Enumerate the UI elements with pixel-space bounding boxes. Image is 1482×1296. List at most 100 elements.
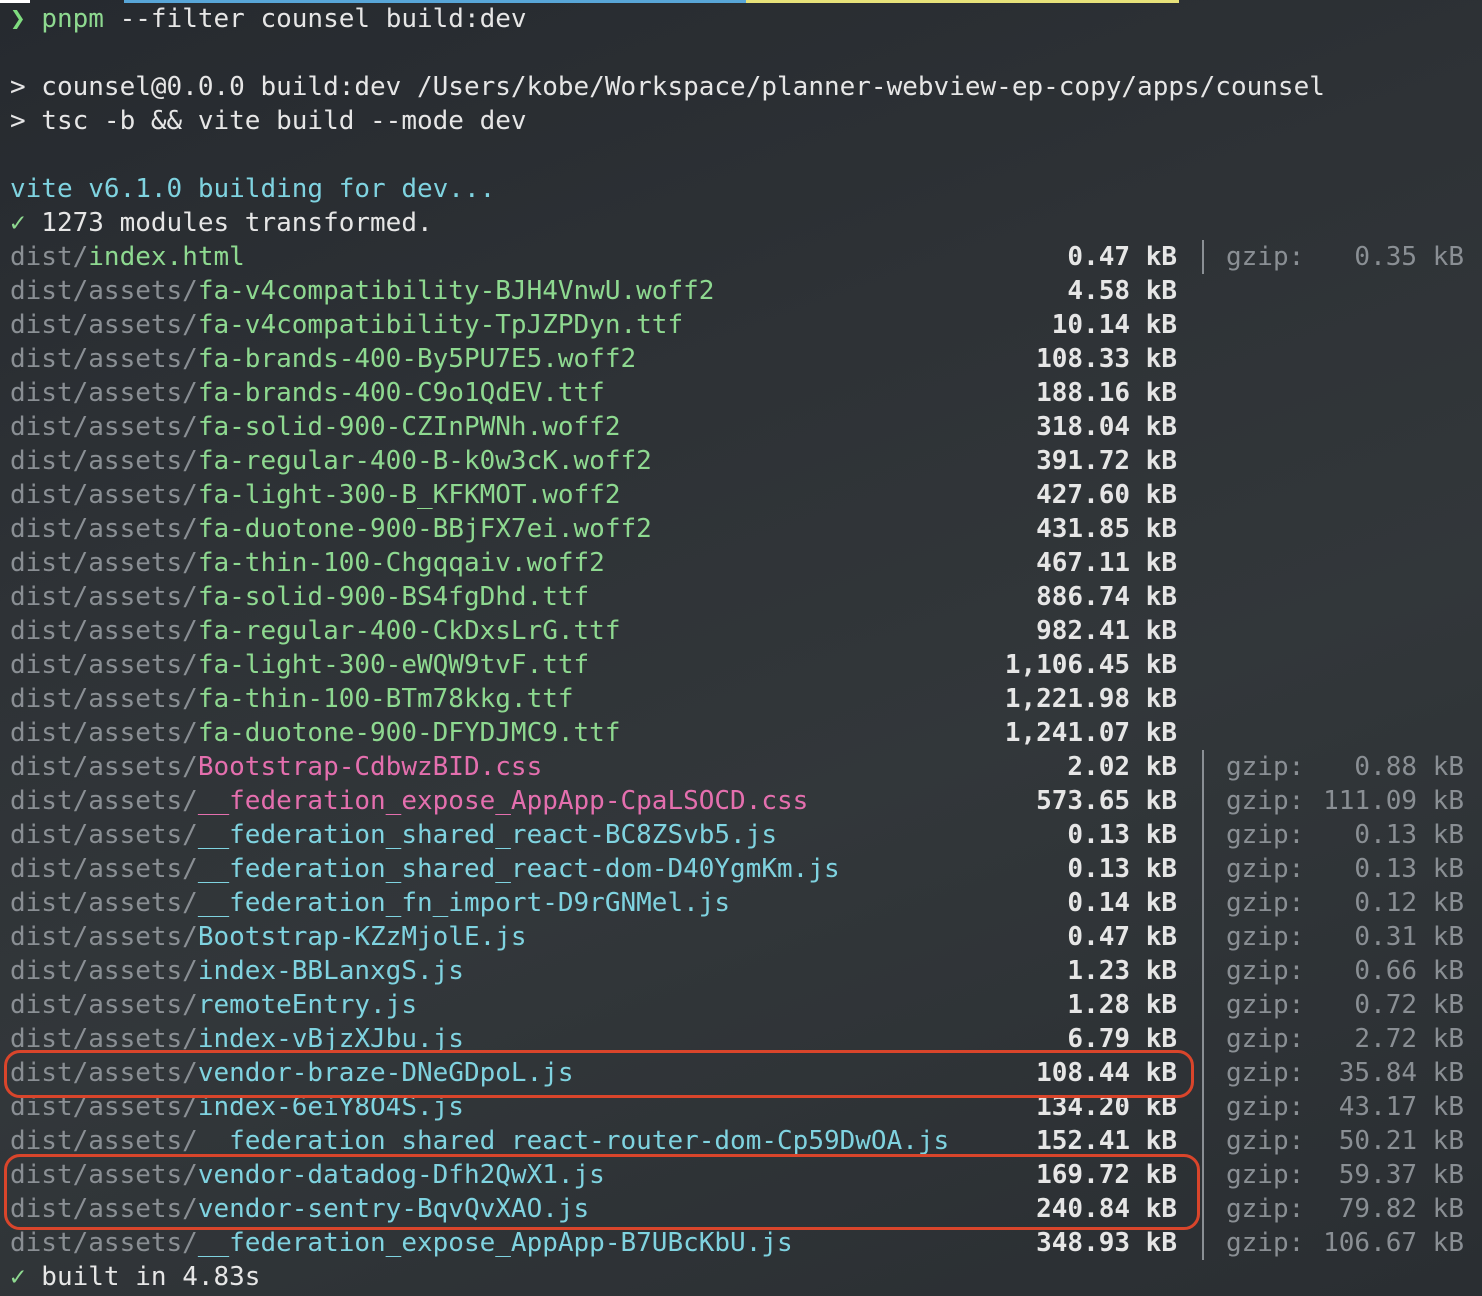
gzip-label: gzip: (1226, 956, 1305, 986)
file-dir: dist/assets/ (10, 310, 198, 340)
file-dir: dist/assets/ (10, 820, 198, 850)
command-args: --filter counsel build:dev (103, 4, 527, 34)
file-dir: dist/assets/ (10, 514, 198, 544)
file-size: 982.41 kB (1036, 616, 1177, 646)
gzip-size: 0.31 kB (1354, 922, 1464, 952)
check-icon: ✓ (10, 1262, 26, 1292)
file-name: remoteEntry.js (197, 990, 417, 1020)
gzip-size: 0.72 kB (1354, 990, 1464, 1020)
file-row: dist/assets/index-vBjzXJbu.js 6.79 kB gzip… (10, 1022, 1472, 1056)
gzip-label: gzip: (1226, 242, 1305, 272)
gzip-label: gzip: (1226, 854, 1305, 884)
file-dir: dist/assets/ (10, 718, 198, 748)
file-dir: dist/assets/ (10, 378, 198, 408)
file-row: dist/assets/Bootstrap-KZzMjolE.js 0.47 kB… (10, 920, 1472, 954)
file-dir: dist/assets/ (10, 752, 198, 782)
file-row: dist/assets/vendor-sentry-BqvQvXAO.js 240… (10, 1192, 1472, 1226)
file-name: fa-brands-400-By5PU7E5.woff2 (197, 344, 637, 374)
file-dir: dist/assets/ (10, 922, 198, 952)
file-dir: dist/assets/ (10, 1024, 198, 1054)
file-size: 1.23 kB (1067, 956, 1177, 986)
file-row: dist/assets/fa-v4compatibility-TpJZPDyn.… (10, 308, 1472, 342)
script-line: > counsel@0.0.0 build:dev /Users/kobe/Wo… (10, 72, 1325, 102)
file-size: 108.33 kB (1036, 344, 1177, 374)
file-row: dist/index.html 0.47 kB gzip: 0.35 kB (10, 240, 1472, 274)
file-size: 573.65 kB (1036, 786, 1177, 816)
file-row: dist/assets/fa-duotone-900-BBjFX7ei.woff… (10, 512, 1472, 546)
file-size: 4.58 kB (1067, 276, 1177, 306)
file-name: vendor-datadog-Dfh2QwX1.js (197, 1160, 605, 1190)
gzip-size: 111.09 kB (1323, 786, 1464, 816)
file-row: dist/assets/__federation_expose_AppApp-C… (10, 784, 1472, 818)
file-size: 6.79 kB (1067, 1024, 1177, 1054)
gzip-size: 43.17 kB (1338, 1092, 1464, 1122)
column-separator (1202, 886, 1204, 920)
gzip-label: gzip: (1226, 1228, 1305, 1258)
column-separator (1202, 1226, 1204, 1260)
file-row: dist/assets/fa-duotone-900-DFYDJMC9.ttf 1… (10, 716, 1472, 750)
gzip-size: 0.88 kB (1354, 752, 1464, 782)
gzip-label: gzip: (1226, 888, 1305, 918)
file-row: dist/assets/__federation_shared_react-BC… (10, 818, 1472, 852)
gzip-label: gzip: (1226, 1024, 1305, 1054)
gzip-label: gzip: (1226, 786, 1305, 816)
file-size: 348.93 kB (1036, 1228, 1177, 1258)
gzip-label: gzip: (1226, 922, 1305, 952)
column-separator (1202, 818, 1204, 852)
file-dir: dist/assets/ (10, 582, 198, 612)
file-name: __federation_expose_AppApp-B7UBcKbU.js (197, 1228, 793, 1258)
file-row: dist/assets/fa-v4compatibility-BJH4VnwU.… (10, 274, 1472, 308)
file-dir: dist/assets/ (10, 990, 198, 1020)
column-separator (1202, 920, 1204, 954)
file-size: 1.28 kB (1067, 990, 1177, 1020)
file-row: dist/assets/index-BBLanxgS.js 1.23 kB gzip… (10, 954, 1472, 988)
file-size: 10.14 kB (1051, 310, 1177, 340)
column-separator (1202, 1056, 1204, 1090)
terminal-output[interactable]: ❯ pnpm --filter counsel build:dev > coun… (10, 2, 1472, 1294)
gzip-size: 106.67 kB (1323, 1228, 1464, 1258)
gzip-label: gzip: (1226, 752, 1305, 782)
gzip-size: 79.82 kB (1338, 1194, 1464, 1224)
file-row: dist/assets/vendor-datadog-Dfh2QwX1.js 16… (10, 1158, 1472, 1192)
build-file-list: dist/index.html 0.47 kB gzip: 0.35 kB dist/a… (10, 240, 1472, 1260)
file-name: fa-duotone-900-DFYDJMC9.ttf (197, 718, 621, 748)
file-row: dist/assets/fa-thin-100-Chgqqaiv.woff2 46… (10, 546, 1472, 580)
gzip-label: gzip: (1226, 1160, 1305, 1190)
gzip-size: 0.13 kB (1354, 854, 1464, 884)
file-size: 886.74 kB (1036, 582, 1177, 612)
column-separator (1202, 1022, 1204, 1056)
file-dir: dist/assets/ (10, 684, 198, 714)
file-dir: dist/assets/ (10, 854, 198, 884)
file-dir: dist/assets/ (10, 412, 198, 442)
vite-building-line: vite v6.1.0 building for dev... (10, 174, 496, 204)
gzip-size: 0.35 kB (1354, 242, 1464, 272)
file-name: fa-v4compatibility-BJH4VnwU.woff2 (197, 276, 715, 306)
file-size: 0.47 kB (1067, 922, 1177, 952)
column-separator (1202, 852, 1204, 886)
file-row: dist/assets/fa-solid-900-BS4fgDhd.ttf 886… (10, 580, 1472, 614)
file-name: index-6eiY8O4S.js (197, 1092, 464, 1122)
gzip-size: 0.12 kB (1354, 888, 1464, 918)
file-size: 0.13 kB (1067, 854, 1177, 884)
file-name: vendor-braze-DNeGDpoL.js (197, 1058, 574, 1088)
file-dir: dist/assets/ (10, 1160, 198, 1190)
file-name: index-BBLanxgS.js (197, 956, 464, 986)
file-row: dist/assets/fa-solid-900-CZInPWNh.woff2 3… (10, 410, 1472, 444)
column-separator (1202, 1124, 1204, 1158)
file-size: 2.02 kB (1067, 752, 1177, 782)
file-name: fa-solid-900-CZInPWNh.woff2 (197, 412, 621, 442)
file-dir: dist/assets/ (10, 650, 198, 680)
file-name: fa-duotone-900-BBjFX7ei.woff2 (197, 514, 652, 544)
file-name: Bootstrap-CdbwzBID.css (197, 752, 543, 782)
built-text: built in 4.83s (25, 1262, 261, 1292)
file-dir: dist/assets/ (10, 446, 198, 476)
file-size: 188.16 kB (1036, 378, 1177, 408)
file-dir: dist/assets/ (10, 786, 198, 816)
file-row: dist/assets/__federation_shared_react-do… (10, 852, 1472, 886)
file-dir: dist/assets/ (10, 480, 198, 510)
file-name: __federation_shared_react-dom-D40YgmKm.j… (197, 854, 840, 884)
file-name: vendor-sentry-BqvQvXAO.js (197, 1194, 590, 1224)
file-dir: dist/assets/ (10, 276, 198, 306)
gzip-label: gzip: (1226, 1126, 1305, 1156)
file-name: fa-v4compatibility-TpJZPDyn.ttf (197, 310, 684, 340)
